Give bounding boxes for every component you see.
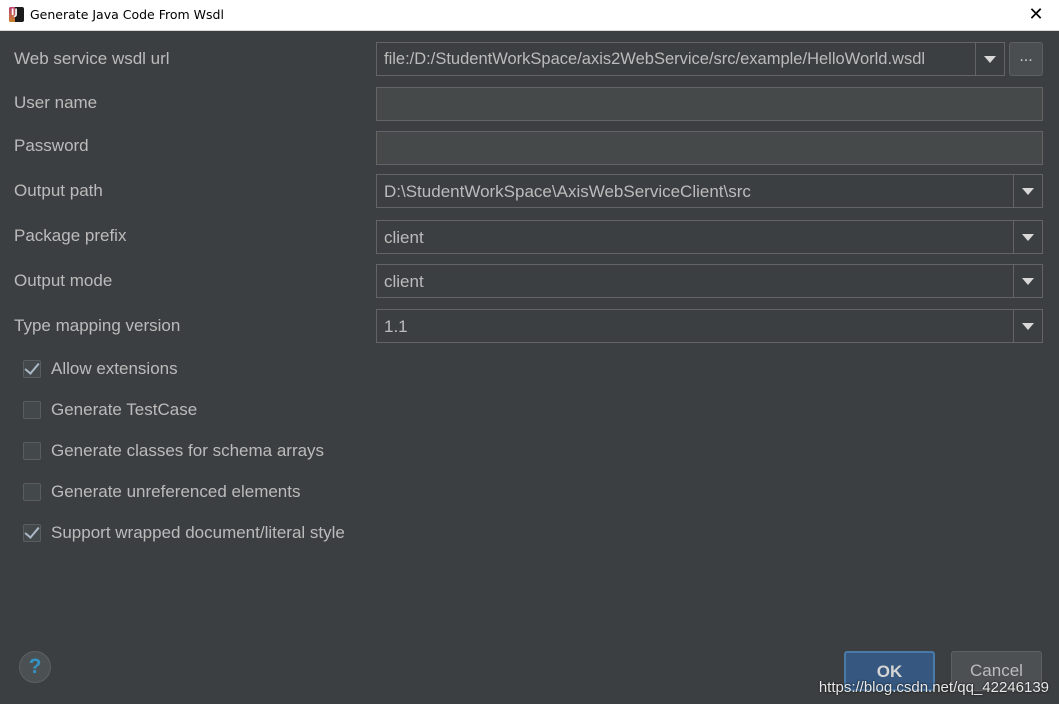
output-path-combo[interactable]: D:\StudentWorkSpace\AxisWebServiceClient… (376, 174, 1043, 208)
checkbox-label: Generate TestCase (51, 400, 198, 419)
type-mapping-version-combo[interactable]: 1.1 (376, 309, 1043, 343)
package-prefix-value[interactable]: client (384, 228, 424, 248)
checkmark-icon (24, 359, 40, 375)
window-bottom-edge (0, 704, 1059, 708)
chevron-down-icon[interactable] (975, 43, 1004, 75)
output-mode-combo[interactable]: client (376, 264, 1043, 298)
user-name-field[interactable] (376, 87, 1043, 121)
wsdl-url-label: Web service wsdl url (14, 49, 170, 68)
chevron-down-icon[interactable] (1013, 310, 1042, 342)
help-icon[interactable]: ? (19, 651, 51, 683)
type-mapping-version-value[interactable]: 1.1 (384, 317, 408, 337)
watermark: https://blog.csdn.net/qq_42246139 (818, 679, 1049, 696)
output-path-value[interactable]: D:\StudentWorkSpace\AxisWebServiceClient… (384, 182, 751, 202)
chevron-down-icon[interactable] (1013, 175, 1042, 207)
checkbox-box[interactable] (23, 401, 41, 419)
package-prefix-label: Package prefix (14, 226, 127, 245)
output-mode-label: Output mode (14, 271, 113, 290)
title-bar: IJ Generate Java Code From Wsdl ✕ (0, 0, 1059, 31)
checkbox-box[interactable] (23, 523, 41, 542)
wsdl-url-combo[interactable]: file:/D:/StudentWorkSpace/axis2WebServic… (376, 42, 1005, 76)
window-title: Generate Java Code From Wsdl (30, 7, 224, 22)
checkbox-label: Support wrapped document/literal style (51, 523, 345, 542)
checkbox-label: Generate unreferenced elements (51, 482, 301, 501)
checkmark-icon (24, 523, 40, 539)
checkbox-label: Allow extensions (51, 359, 178, 378)
checkbox-label: Generate classes for schema arrays (51, 441, 325, 460)
checkbox-box[interactable] (23, 483, 41, 501)
password-label: Password (14, 136, 89, 155)
browse-button[interactable]: ... (1009, 42, 1043, 76)
wsdl-url-value[interactable]: file:/D:/StudentWorkSpace/axis2WebServic… (384, 50, 925, 69)
close-icon[interactable]: ✕ (1023, 2, 1049, 26)
output-mode-value[interactable]: client (384, 272, 424, 292)
chevron-down-icon[interactable] (1013, 221, 1042, 253)
type-mapping-version-label: Type mapping version (14, 316, 181, 335)
chevron-down-icon[interactable] (1013, 265, 1042, 297)
checkbox-box[interactable] (23, 359, 41, 378)
intellij-app-icon: IJ (9, 7, 24, 22)
checkbox-box[interactable] (23, 442, 41, 460)
package-prefix-combo[interactable]: client (376, 220, 1043, 254)
output-path-label: Output path (14, 181, 103, 200)
user-name-label: User name (14, 93, 98, 112)
password-field[interactable] (376, 131, 1043, 165)
